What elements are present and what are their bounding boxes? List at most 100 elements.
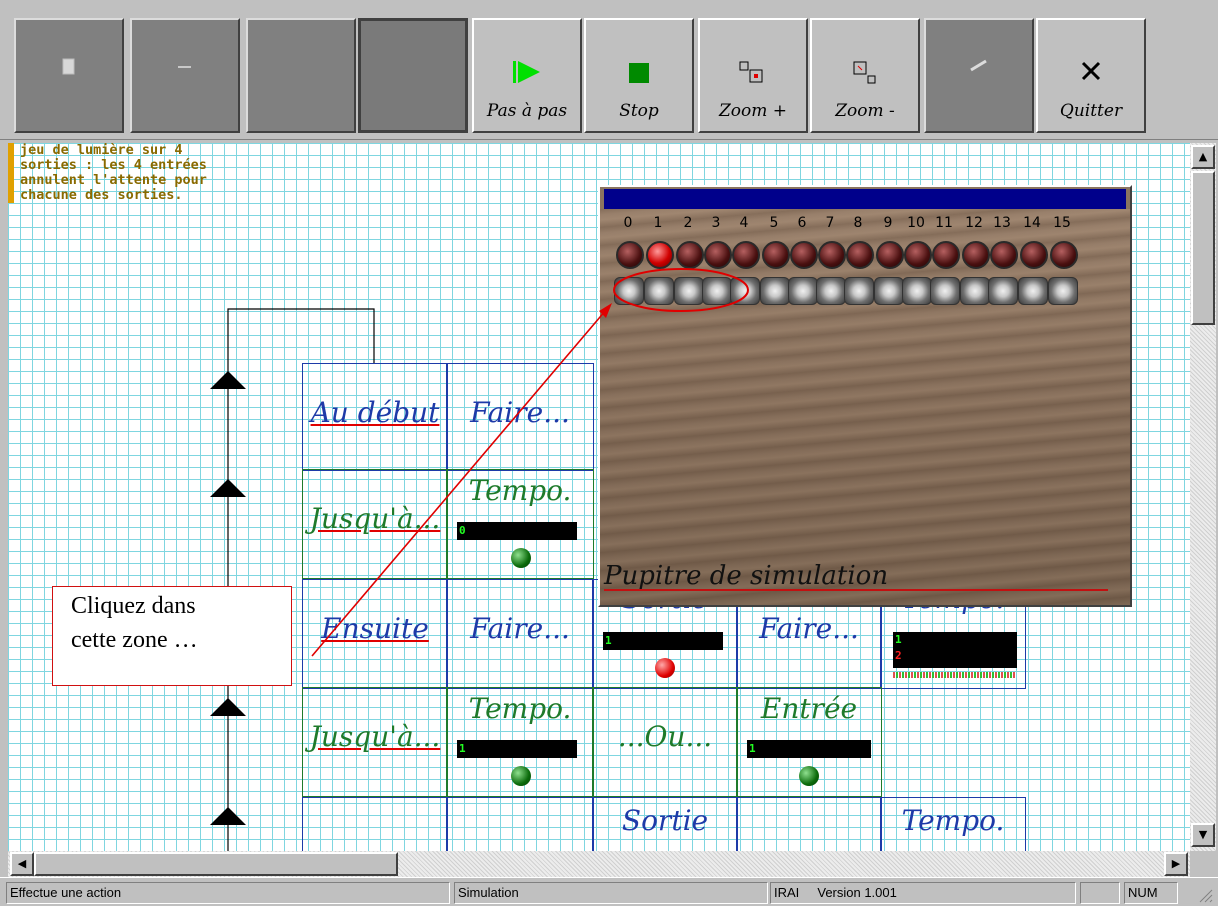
flow-arrow	[210, 371, 246, 389]
output-light-12	[962, 241, 990, 269]
block-label: Jusqu'à...	[309, 720, 441, 753]
pen-icon	[926, 58, 1032, 78]
output-light-11	[932, 241, 960, 269]
blank-button-1	[246, 18, 356, 133]
block-label: Faire...	[470, 396, 570, 429]
input-switch-12[interactable]	[960, 277, 990, 305]
input-switch-10[interactable]	[902, 277, 932, 305]
output-light-9	[876, 241, 904, 269]
input-switches-highlight	[613, 268, 749, 312]
input-switch-11[interactable]	[930, 277, 960, 305]
vertical-scrollbar[interactable]: ▲ ▼	[1190, 143, 1216, 851]
output-light-6	[790, 241, 818, 269]
channel-number: 14	[1023, 215, 1041, 231]
status-led	[799, 766, 819, 786]
channel-number: 7	[825, 215, 835, 231]
scroll-down-button[interactable]: ▼	[1191, 823, 1215, 847]
channel-number: 3	[711, 215, 721, 231]
stop-button[interactable]: Stop	[584, 18, 694, 133]
block-ensuite[interactable]	[302, 797, 448, 851]
block-faire[interactable]: Faire...	[446, 363, 594, 471]
tempo-bar: 1	[457, 740, 577, 758]
channel-number: 1	[653, 215, 663, 231]
block-jusqua[interactable]: Jusqu'à...	[302, 469, 448, 579]
block-tempo[interactable]: Tempo. 1	[446, 687, 594, 797]
block-label: Tempo.	[901, 804, 1005, 837]
input-switch-15[interactable]	[1048, 277, 1078, 305]
block-au-debut[interactable]: Au début	[302, 363, 448, 471]
output-light-7	[818, 241, 846, 269]
block-tempo[interactable]: Tempo.	[880, 797, 1026, 851]
vertical-scroll-thumb[interactable]	[1191, 171, 1215, 325]
status-mode: Simulation	[454, 882, 768, 904]
block-jusqua[interactable]: Jusqu'à...	[302, 687, 448, 797]
block-label: Jusqu'à...	[309, 502, 441, 535]
input-switch-14[interactable]	[1018, 277, 1048, 305]
tempo-bar: 12	[893, 632, 1017, 668]
output-led	[655, 658, 675, 678]
input-switch-5[interactable]	[760, 277, 790, 305]
block-label: ...Ou...	[617, 720, 713, 753]
channel-number: 12	[965, 215, 983, 231]
scroll-right-button[interactable]: ▶	[1164, 852, 1188, 876]
input-switch-8[interactable]	[844, 277, 874, 305]
zoom-in-button[interactable]: Zoom +	[698, 18, 808, 133]
sim-caption: Pupitre de simulation	[604, 561, 889, 591]
tempo-bar: 0	[457, 522, 577, 540]
step-button[interactable]: Pas à pas	[472, 18, 582, 133]
block-ensuite[interactable]: Ensuite	[302, 579, 448, 689]
status-led	[511, 766, 531, 786]
tempo-progress	[893, 672, 1015, 678]
horizontal-scrollbar[interactable]: ◀ ▶	[8, 851, 1190, 877]
status-bar: Effectue une action Simulation IRAI Vers…	[0, 877, 1218, 906]
stop-icon	[586, 62, 692, 88]
channel-number: 0	[623, 215, 633, 231]
block-entree[interactable]: Entrée 1	[736, 687, 882, 797]
block-ou[interactable]: ...Ou...	[592, 687, 738, 797]
output-light-10	[904, 241, 932, 269]
input-switch-13[interactable]	[988, 277, 1018, 305]
step-label: Pas à pas	[486, 101, 568, 121]
block-label: Tempo.	[468, 474, 572, 507]
quit-label: Quitter	[1059, 101, 1123, 121]
flow-arrow	[210, 807, 246, 825]
callout-line-2: cette zone …	[71, 627, 198, 653]
block-label: Faire...	[470, 612, 570, 645]
flow-arrow	[210, 698, 246, 716]
quit-button[interactable]: Quitter	[1036, 18, 1146, 133]
block-sortie[interactable]: Sortie	[592, 797, 738, 851]
edit-button	[924, 18, 1034, 133]
caption-underline	[604, 589, 1108, 591]
callout-line-1: Cliquez dans	[71, 593, 196, 619]
sim-titlebar[interactable]	[604, 189, 1126, 209]
channel-number: 13	[993, 215, 1011, 231]
simulation-panel[interactable]: 0 1 2 3 4 5 6 7 8 9 10 11 12 13 14 15 Pupitre de simula…	[598, 185, 1132, 607]
block-faire[interactable]	[446, 797, 594, 851]
zoom-out-label: Zoom -	[835, 101, 895, 121]
scroll-up-button[interactable]: ▲	[1191, 145, 1215, 169]
input-switch-9[interactable]	[874, 277, 904, 305]
input-bar: 1	[747, 740, 871, 758]
scroll-left-button[interactable]: ◀	[10, 852, 34, 876]
output-light-15	[1050, 241, 1078, 269]
channel-number: 15	[1053, 215, 1071, 231]
block-label: Tempo.	[468, 692, 572, 725]
channel-number: 11	[935, 215, 953, 231]
toolbar: Pas à pas Stop Zoom + Zoom - Quitter	[0, 0, 1218, 140]
resize-grip-icon[interactable]	[1196, 886, 1214, 904]
input-switch-7[interactable]	[816, 277, 846, 305]
status-product: IRAI Version 1.001	[770, 882, 1076, 904]
input-switch-6[interactable]	[788, 277, 818, 305]
block-faire[interactable]: Faire...	[446, 579, 594, 689]
block-faire[interactable]	[736, 797, 882, 851]
step-play-icon	[474, 58, 580, 90]
output-light-5	[762, 241, 790, 269]
stop-label: Stop	[619, 101, 659, 121]
horizontal-scroll-thumb[interactable]	[34, 852, 398, 876]
channel-number: 10	[907, 215, 925, 231]
block-tempo[interactable]: Tempo. 0	[446, 469, 594, 579]
channel-number: 8	[853, 215, 863, 231]
zoom-out-button[interactable]: Zoom -	[810, 18, 920, 133]
close-icon	[1038, 60, 1144, 86]
key-icon	[132, 58, 238, 77]
